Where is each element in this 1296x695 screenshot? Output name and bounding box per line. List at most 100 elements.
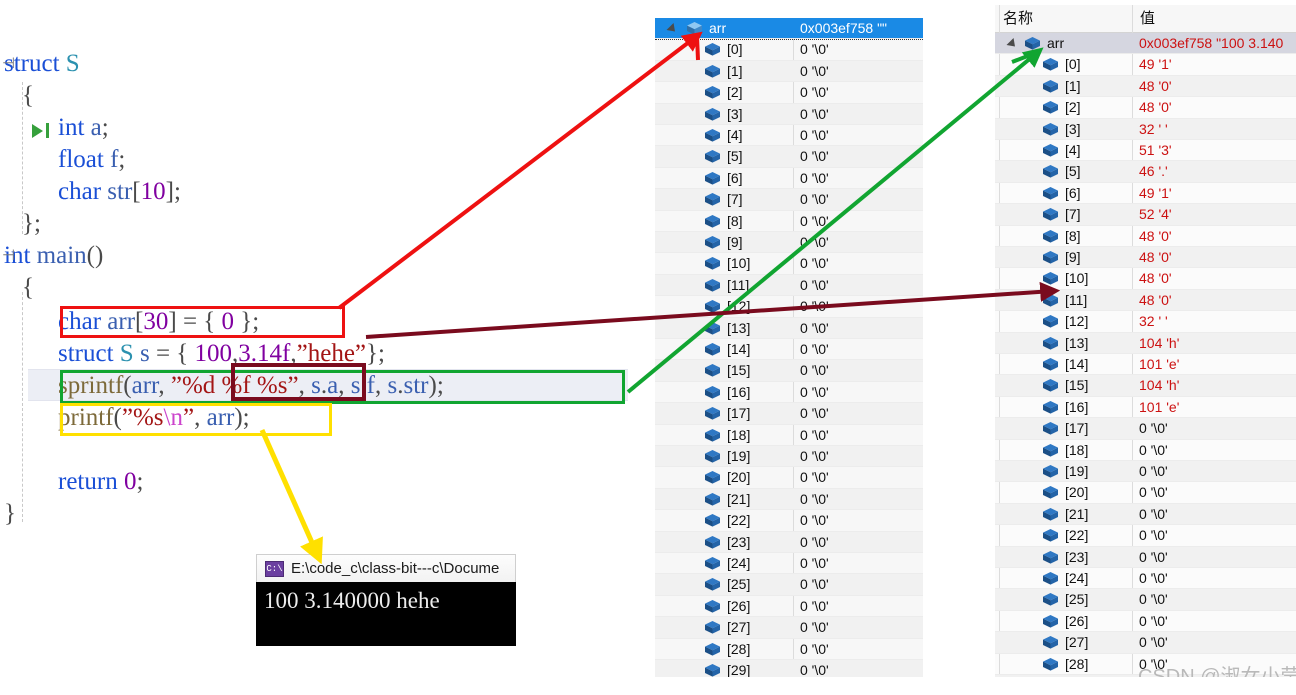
watch-row[interactable]: [18] 0 '\0' <box>995 440 1296 461</box>
watch-row[interactable]: [19] 0 '\0' <box>655 446 923 468</box>
code-line[interactable]: }; <box>0 208 672 240</box>
watch-row[interactable]: [14] 0 '\0' <box>655 339 923 361</box>
code-line[interactable]: int main() <box>0 240 654 272</box>
column-header-name[interactable]: 名称 <box>1003 5 1033 32</box>
watch-row[interactable]: [16] 0 '\0' <box>655 382 923 404</box>
watch-row[interactable]: [26] 0 '\0' <box>995 611 1296 633</box>
watch-row-value: 52 '4' <box>1139 206 1172 223</box>
code-line[interactable]: int a; <box>0 112 708 144</box>
watch-row[interactable]: [6] 49 '1' <box>995 183 1296 205</box>
watch-row[interactable]: [13] 0 '\0' <box>655 317 923 339</box>
watch-row[interactable]: [2] 0 '\0' <box>655 82 923 104</box>
expander-icon[interactable] <box>1006 37 1019 51</box>
watch-row[interactable]: [24] 0 '\0' <box>655 553 923 575</box>
element-cube-icon <box>1043 293 1058 307</box>
code-line[interactable]: { <box>0 272 672 304</box>
watch-row[interactable]: [20] 0 '\0' <box>655 467 923 489</box>
element-cube-icon <box>1043 379 1058 392</box>
watch-row[interactable]: [27] 0 '\0' <box>995 632 1296 654</box>
code-line[interactable] <box>0 434 708 466</box>
watch-row[interactable]: [4] 51 '3' <box>995 140 1296 162</box>
watch-row[interactable]: [23] 0 '\0' <box>655 531 923 553</box>
watch-row-name: [13] <box>1065 334 1089 351</box>
fold-collapse-icon[interactable]: ⊣ <box>2 240 15 272</box>
watch-row[interactable]: [17] 0 '\0' <box>655 403 923 425</box>
watch-row[interactable]: [0] 0 '\0' <box>655 39 923 61</box>
code-line[interactable]: { <box>0 80 672 112</box>
watch-row[interactable]: [21] 0 '\0' <box>655 488 923 511</box>
watch-row-root[interactable]: arr 0x003ef758 "" <box>655 18 923 40</box>
watch-row[interactable]: [28] 0 '\0' <box>655 639 923 660</box>
watch-panel-left[interactable]: arr 0x003ef758 "" [0] 0 '\0' [1] 0 '\0' [2] 0 '… <box>655 18 923 680</box>
watch-row[interactable]: [25] 0 '\0' <box>995 589 1296 611</box>
watch-row[interactable]: [7] 0 '\0' <box>655 189 923 211</box>
watch-row[interactable]: [12] 0 '\0' <box>655 296 923 318</box>
watch-row[interactable]: [3] 0 '\0' <box>655 103 923 125</box>
watch-row[interactable]: [11] 48 '0' <box>995 289 1296 312</box>
watch-row[interactable]: [19] 0 '\0' <box>995 461 1296 483</box>
watch-row[interactable]: [4] 0 '\0' <box>655 125 923 147</box>
watch-row-name: [22] <box>1065 527 1089 544</box>
column-header-value[interactable]: 值 <box>1140 5 1155 32</box>
watch-row-value: 48 '0' <box>1139 270 1172 287</box>
watch-row[interactable]: [11] 0 '\0' <box>655 274 923 297</box>
expander-icon[interactable] <box>666 22 679 36</box>
watch-row[interactable]: [25] 0 '\0' <box>655 574 923 596</box>
watch-row[interactable]: [5] 0 '\0' <box>655 146 923 168</box>
watch-row-name: [12] <box>727 298 751 315</box>
fold-collapse-icon[interactable]: ⊣ <box>2 48 15 80</box>
watch-row[interactable]: [20] 0 '\0' <box>995 482 1296 504</box>
watch-row-name: [0] <box>1065 56 1081 73</box>
watch-row-value: 0 '\0' <box>800 405 829 422</box>
watch-row[interactable]: [12] 32 ' ' <box>995 311 1296 333</box>
watch-row-value: 0 '\0' <box>800 127 829 143</box>
watch-row[interactable]: [0] 49 '1' <box>995 54 1296 76</box>
watch-row[interactable]: [10] 0 '\0' <box>655 253 923 275</box>
element-cube-icon <box>1043 58 1058 71</box>
element-cube-icon <box>1043 614 1058 628</box>
watch-row[interactable]: [2] 48 '0' <box>995 97 1296 119</box>
watch-row[interactable]: [22] 0 '\0' <box>995 525 1296 547</box>
watch-row-value: 0 '\0' <box>800 469 829 486</box>
watch-row[interactable]: [21] 0 '\0' <box>995 503 1296 526</box>
watch-row[interactable]: [1] 48 '0' <box>995 75 1296 98</box>
code-line[interactable]: char str[10]; <box>0 176 708 208</box>
watch-row[interactable]: [6] 0 '\0' <box>655 168 923 190</box>
watch-row[interactable]: [16] 101 'e' <box>995 397 1296 419</box>
watch-row[interactable]: [8] 0 '\0' <box>655 211 923 232</box>
watch-row[interactable]: [18] 0 '\0' <box>655 425 923 446</box>
watch-row[interactable]: [13] 104 'h' <box>995 332 1296 354</box>
watch-row-name: [5] <box>727 148 743 165</box>
code-line[interactable]: } <box>0 498 654 530</box>
watch-row[interactable]: [5] 46 '.' <box>995 161 1296 183</box>
watch-row[interactable]: [15] 0 '\0' <box>655 360 923 382</box>
watch-row[interactable]: [10] 48 '0' <box>995 268 1296 290</box>
annotation-box-char-arr <box>60 306 345 338</box>
watch-row[interactable]: [1] 0 '\0' <box>655 60 923 83</box>
watch-row[interactable]: [3] 32 ' ' <box>995 118 1296 140</box>
watch-row-root[interactable]: arr 0x003ef758 "100 3.140 <box>995 33 1296 55</box>
watch-row[interactable]: [27] 0 '\0' <box>655 617 923 639</box>
watch-row[interactable]: [17] 0 '\0' <box>995 418 1296 440</box>
console-title-bar[interactable]: C:\ E:\code_c\class-bit---c\Docume <box>256 554 516 582</box>
watch-row[interactable]: [24] 0 '\0' <box>995 568 1296 590</box>
watch-row[interactable]: [8] 48 '0' <box>995 226 1296 247</box>
watch-row[interactable]: [9] 0 '\0' <box>655 232 923 254</box>
watch-panel-right[interactable]: 名称 值 arr 0x003ef758 "100 3.140 [0] 49 '1' [1… <box>995 5 1296 680</box>
code-line[interactable]: struct S <box>0 48 654 80</box>
watch-row[interactable]: [14] 101 'e' <box>995 354 1296 376</box>
watch-row-value: 0 '\0' <box>800 105 829 122</box>
watch-row[interactable]: [9] 48 '0' <box>995 247 1296 269</box>
watch-row[interactable]: [23] 0 '\0' <box>995 546 1296 568</box>
watch-row[interactable]: [15] 104 'h' <box>995 375 1296 397</box>
watch-row[interactable]: [22] 0 '\0' <box>655 510 923 532</box>
element-cube-icon <box>705 642 720 656</box>
watch-row-name: [0] <box>727 41 743 58</box>
code-line[interactable]: return 0; <box>0 466 708 498</box>
watch-row-name: [17] <box>1065 420 1089 437</box>
watch-row[interactable]: [26] 0 '\0' <box>655 596 923 618</box>
code-line[interactable]: float f; <box>0 144 708 176</box>
watch-row[interactable]: [7] 52 '4' <box>995 204 1296 226</box>
watch-row-value: 49 '1' <box>1139 184 1172 201</box>
watch-row-value: 0 '\0' <box>1139 463 1168 479</box>
